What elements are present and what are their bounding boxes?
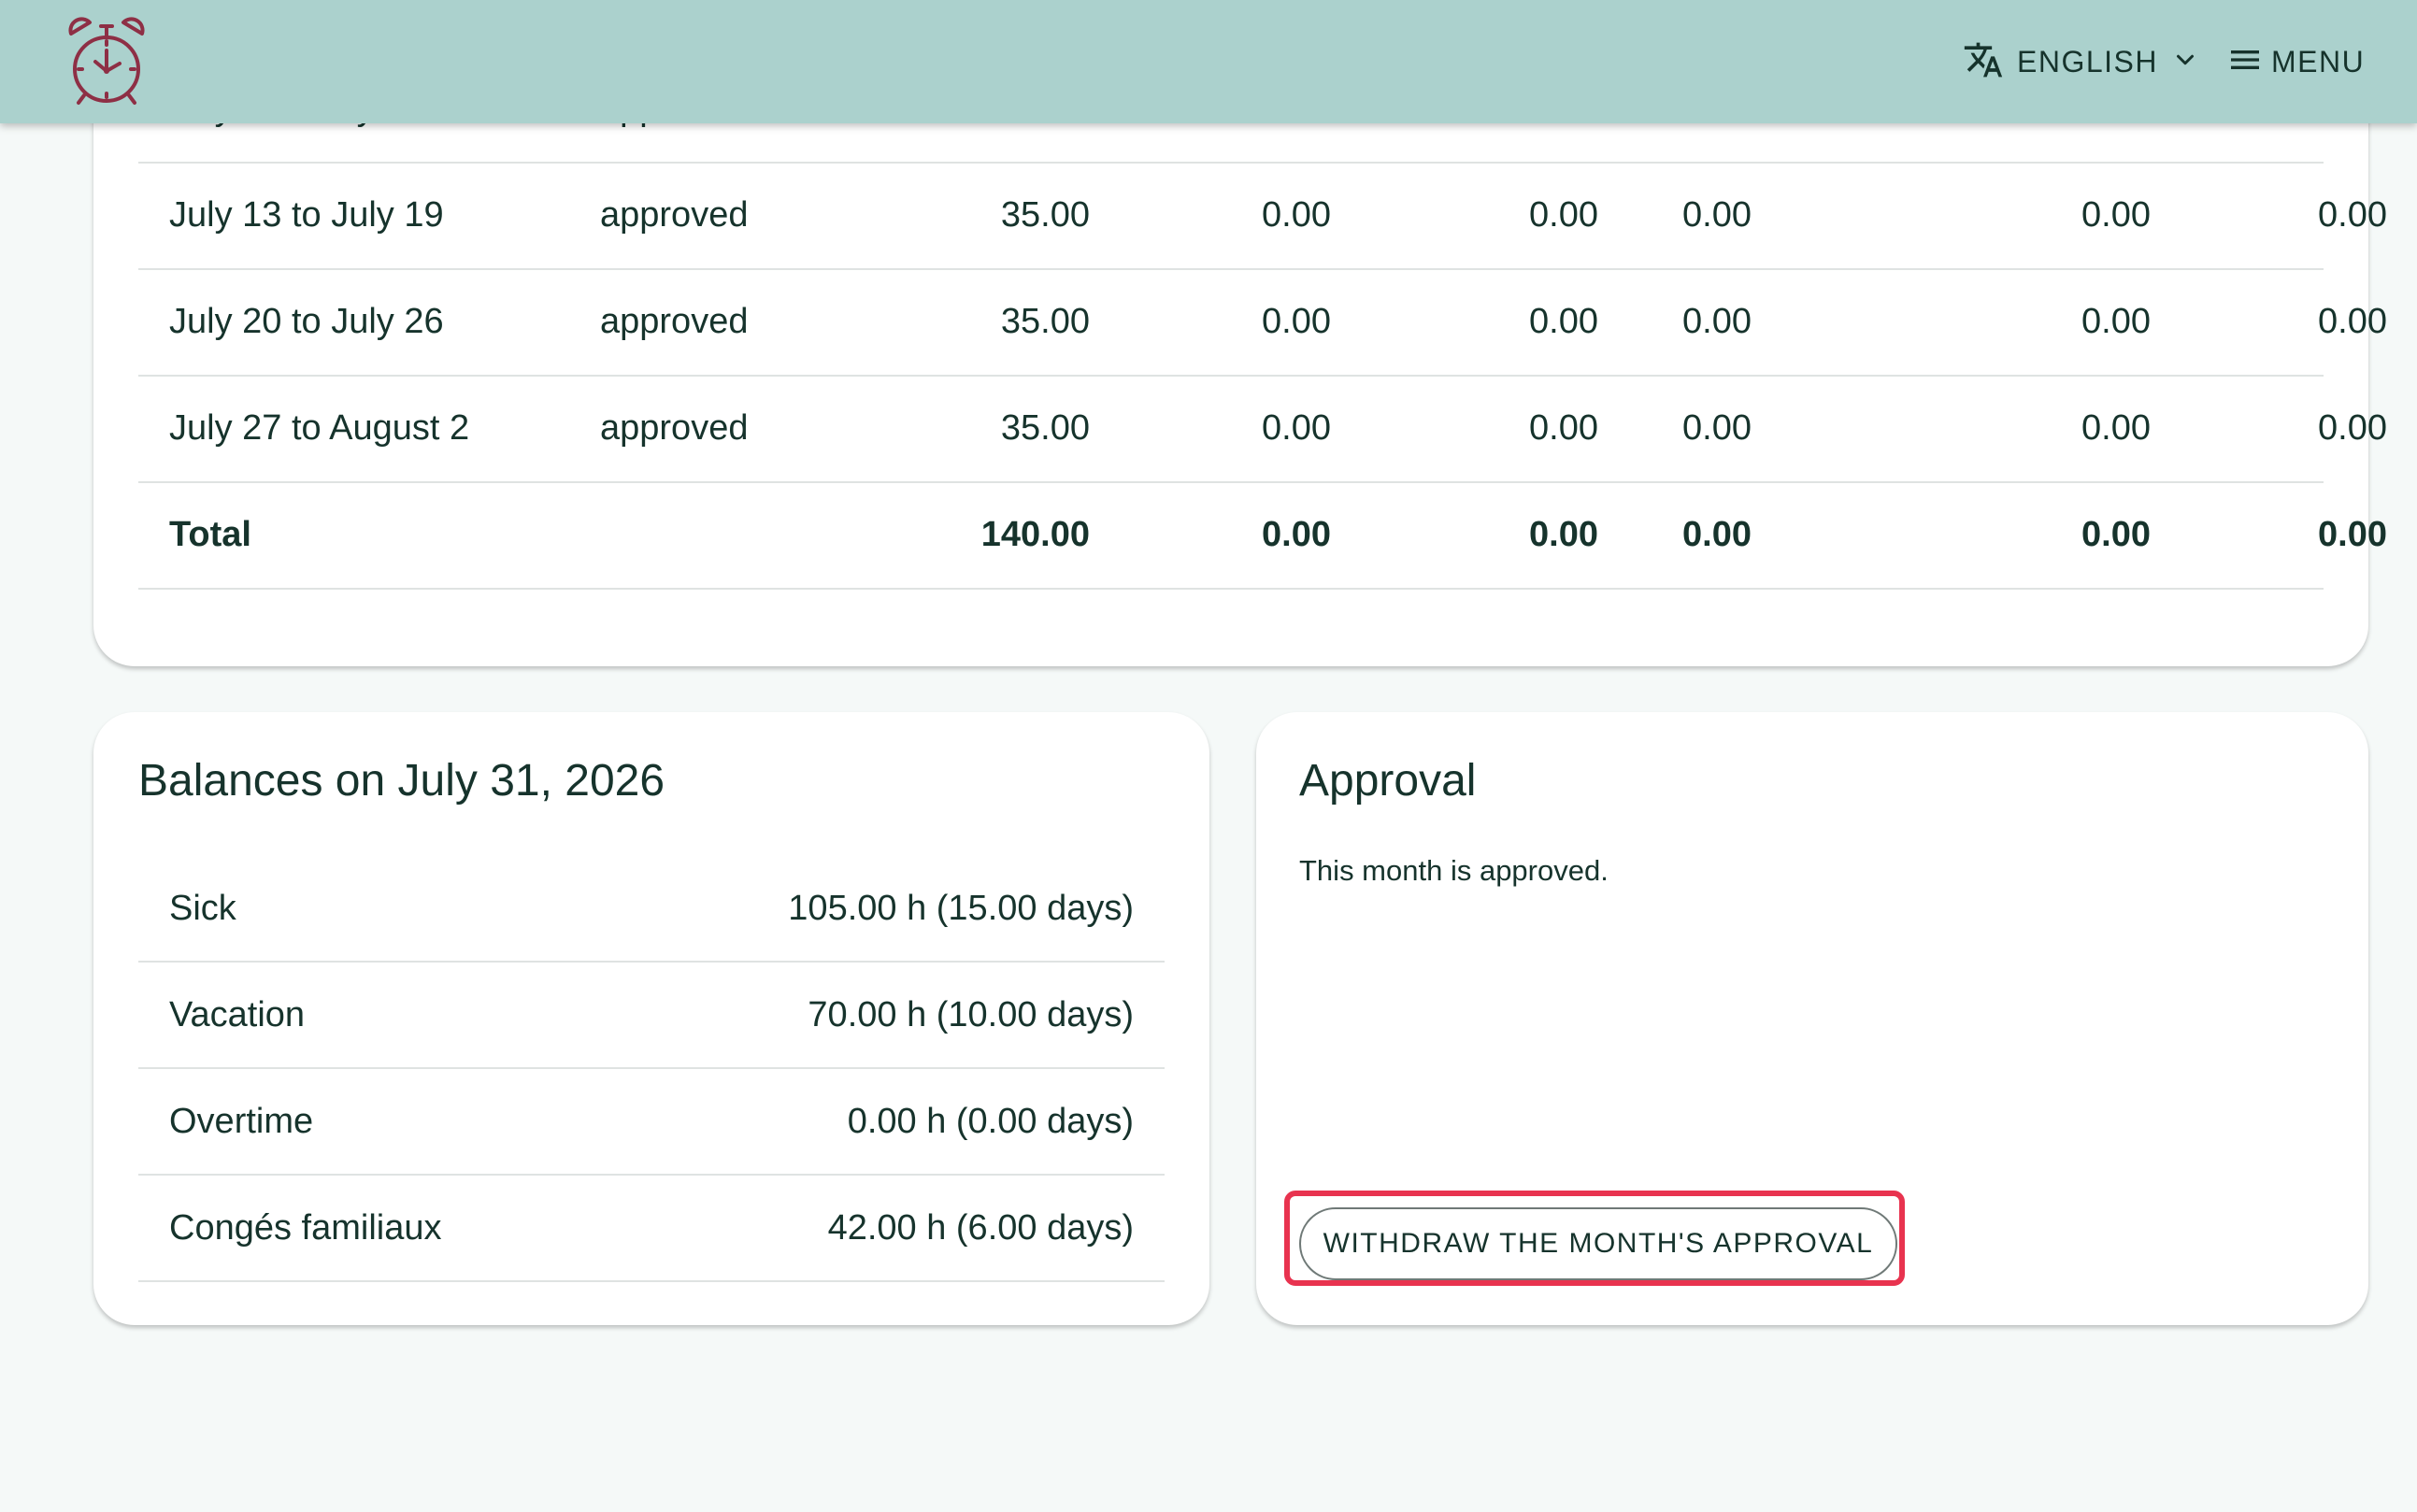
table-row: July 13 to July 19 approved 35.00 0.00 0… [138, 163, 2387, 270]
balances-title: Balances on July 31, 2026 [138, 756, 665, 806]
balance-value: 42.00 h (6.00 days) [827, 1208, 1134, 1248]
week-value: 0.00 [1682, 408, 1752, 448]
balance-value: 105.00 h (15.00 days) [788, 889, 1134, 928]
week-status: approved [600, 408, 749, 448]
total-row: Total 140.00 0.00 0.00 0.00 0.00 0.00 [138, 482, 2387, 590]
week-value: 0.00 [2081, 408, 2151, 448]
week-period: July 20 to July 26 [169, 302, 444, 341]
balance-row: Congés familiaux 42.00 h (6.00 days) [138, 1176, 1165, 1282]
week-value: 0.00 [2081, 302, 2151, 341]
balance-name: Overtime [169, 1102, 314, 1141]
translate-icon [1963, 39, 2004, 85]
week-value: 0.00 [1262, 302, 1331, 341]
week-value: 0.00 [2318, 408, 2387, 448]
table-row: July 27 to August 2 approved 35.00 0.00 … [138, 376, 2387, 483]
hamburger-icon [2226, 41, 2264, 83]
language-selector[interactable]: ENGLISH [1963, 36, 2199, 88]
balance-name: Vacation [169, 995, 306, 1034]
balance-name: Sick [169, 889, 236, 928]
total-value: 0.00 [2318, 515, 2387, 554]
balance-row: Sick 105.00 h (15.00 days) [138, 856, 1165, 963]
balance-value: 0.00 h (0.00 days) [847, 1102, 1134, 1141]
week-value: 0.00 [2081, 195, 2151, 235]
week-value: 0.00 [1682, 195, 1752, 235]
approval-status-text: This month is approved. [1299, 854, 1609, 887]
chevron-down-icon [2171, 46, 2199, 78]
total-label: Total [169, 515, 251, 554]
week-value: 0.00 [1262, 408, 1331, 448]
total-value: 140.00 [980, 515, 1090, 554]
menu-label: MENU [2271, 44, 2366, 78]
week-value: 0.00 [2318, 302, 2387, 341]
total-value: 0.00 [2081, 515, 2151, 554]
approval-card: Approval This month is approved. WITHDRA… [1256, 712, 2368, 1325]
balance-row: Vacation 70.00 h (10.00 days) [138, 963, 1165, 1069]
balance-name: Congés familiaux [169, 1208, 442, 1248]
week-value: 35.00 [1000, 195, 1090, 235]
week-period: July 27 to August 2 [169, 408, 470, 448]
menu-button[interactable]: MENU [2226, 36, 2365, 88]
total-value: 0.00 [1682, 515, 1752, 554]
week-value: 0.00 [2318, 195, 2387, 235]
week-value: 35.00 [1000, 302, 1090, 341]
week-value: 0.00 [1682, 302, 1752, 341]
total-value: 0.00 [1262, 515, 1331, 554]
language-label: ENGLISH [2017, 44, 2158, 78]
week-period: July 13 to July 19 [169, 195, 444, 235]
app-bar: ENGLISH MENU [0, 0, 2417, 123]
balance-value: 70.00 h (10.00 days) [808, 995, 1134, 1034]
withdraw-approval-button[interactable]: WITHDRAW THE MONTH'S APPROVAL [1299, 1207, 1897, 1280]
week-value: 0.00 [1262, 195, 1331, 235]
table-row: July 20 to July 26 approved 35.00 0.00 0… [138, 269, 2387, 377]
balance-row: Overtime 0.00 h (0.00 days) [138, 1069, 1165, 1176]
balances-card: Balances on July 31, 2026 Sick 105.00 h … [93, 712, 1209, 1325]
alarm-clock-icon[interactable] [67, 17, 146, 107]
week-value: 35.00 [1000, 408, 1090, 448]
approval-title: Approval [1299, 756, 1477, 806]
week-status: approved [600, 302, 749, 341]
week-status: approved [600, 195, 749, 235]
